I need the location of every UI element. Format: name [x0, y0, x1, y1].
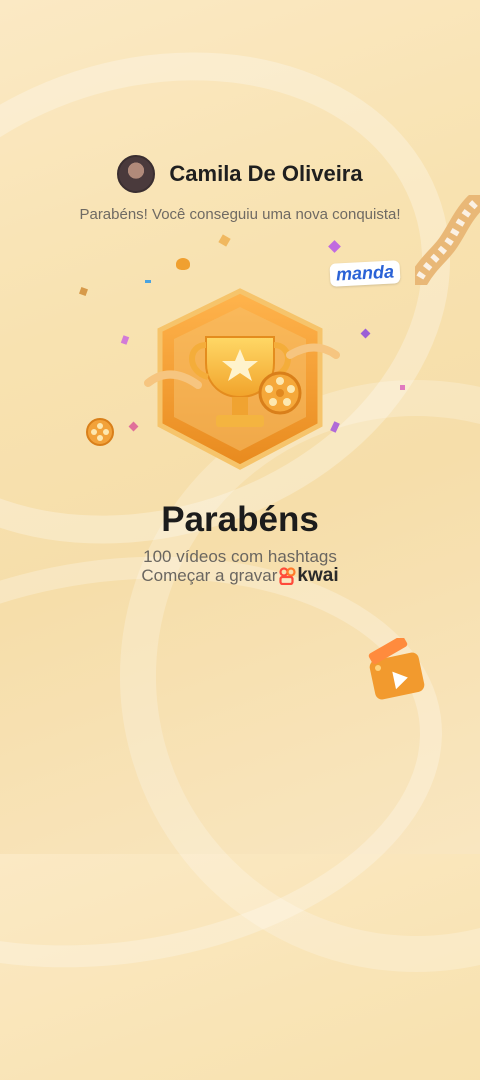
film-strip-icon	[415, 195, 480, 285]
confetti-piece	[328, 240, 341, 253]
user-name[interactable]: Camila De Oliveira	[169, 161, 362, 187]
kwai-logo-icon: kwai	[279, 565, 339, 587]
cta-label: Começar a gravar	[141, 566, 278, 585]
confetti-piece	[120, 335, 130, 345]
trophy-badge-icon	[144, 288, 340, 470]
confetti-piece	[360, 328, 371, 339]
user-header: Camila De Oliveira	[0, 155, 480, 193]
confetti-piece	[218, 234, 231, 247]
manda-sticker: manda	[329, 260, 401, 287]
confetti-piece	[400, 385, 405, 390]
confetti-piece	[145, 280, 151, 283]
achievement-description: 100 vídeos com hashtags	[143, 547, 337, 566]
achievement-subtitle: Parabéns! Você conseguiu uma nova conqui…	[79, 206, 401, 223]
film-reel-icon	[86, 418, 114, 446]
clapperboard-icon	[368, 638, 425, 700]
kwai-mark-icon	[279, 567, 297, 585]
confetti-piece	[79, 287, 88, 296]
achievement-title: Parabéns	[161, 500, 319, 539]
background-swirl	[0, 515, 469, 1009]
brand-label: kwai	[297, 565, 339, 586]
start-recording-button[interactable]: Começar a gravar kwai	[0, 565, 480, 587]
confetti-piece	[128, 421, 139, 432]
avatar[interactable]	[117, 155, 156, 193]
confetti-piece	[176, 258, 190, 270]
